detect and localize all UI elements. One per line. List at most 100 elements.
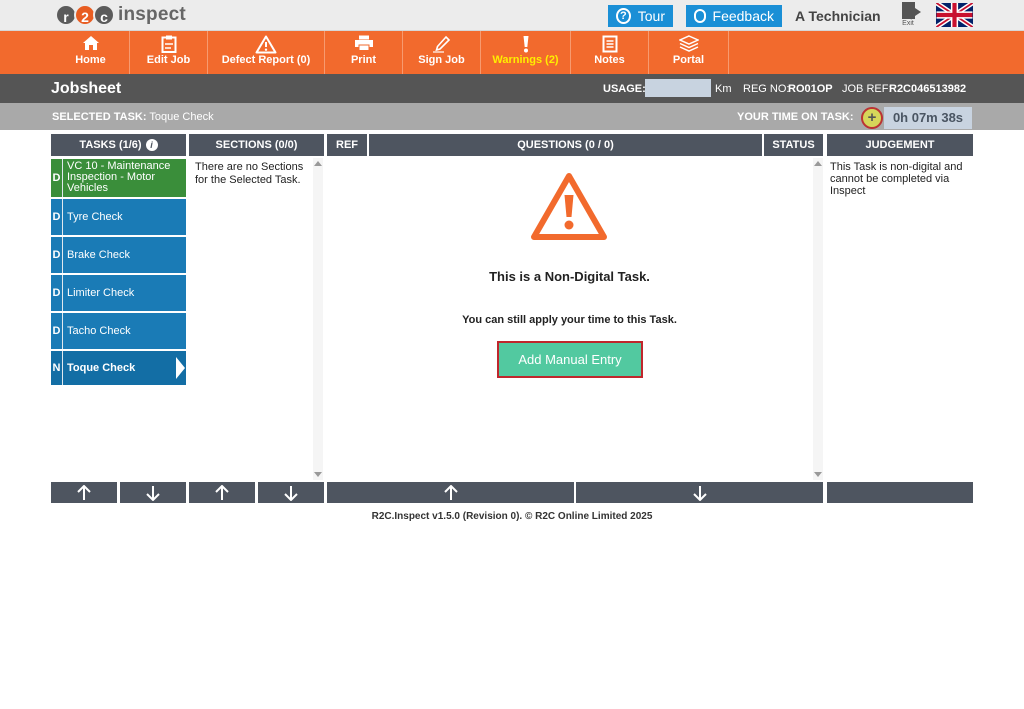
sections-empty-message: There are no Sections for the Selected T… [195,161,304,186]
selected-arrow-icon [176,357,185,379]
clipboard-icon [130,35,207,54]
nav-defect-report[interactable]: Defect Report (0) [208,31,325,74]
questions-scroll-up-button[interactable] [327,482,574,503]
home-icon [52,35,129,54]
task-name: Tyre Check [67,211,123,223]
page-title: Jobsheet [51,80,122,97]
task-name: Limiter Check [67,287,135,299]
exit-door-icon [901,2,921,19]
task-item-vc10[interactable]: D VC 10 - Maintenance Inspection - Motor… [51,159,186,197]
scroll-down-icon[interactable] [814,472,822,477]
pen-icon-graphic [432,35,450,53]
task-item-brake-check[interactable]: D Brake Check [51,237,186,273]
printer-icon [325,35,402,54]
sections-scrollbar[interactable] [313,158,323,480]
nav-home[interactable]: Home [52,31,130,74]
feedback-button[interactable]: Feedback [686,5,782,27]
add-manual-entry-button[interactable]: Add Manual Entry [497,341,643,378]
nav-portal[interactable]: Portal [649,31,729,74]
footer-copyright: R2C.Inspect v1.5.0 (Revision 0). © R2C O… [371,511,653,522]
scroll-up-icon[interactable] [314,161,322,166]
exit-button[interactable]: Exit [898,2,921,27]
uk-flag-icon[interactable] [936,3,973,27]
non-digital-subtitle: You can still apply your time to this Ta… [462,314,677,326]
logo-text: inspect [118,4,186,25]
task-item-tyre-check[interactable]: D Tyre Check [51,199,186,235]
r2c-logo: r 2 c inspect [55,3,186,27]
usage-input[interactable] [645,79,711,97]
task-name: Tacho Check [67,325,131,337]
nav-notes[interactable]: Notes [571,31,649,74]
time-on-task-label: YOUR TIME ON TASK: [737,111,854,123]
logo-letter: c [93,4,115,26]
task-item-tacho-check[interactable]: D Tacho Check [51,313,186,349]
layers-icon [649,35,728,54]
arrow-up-icon [77,485,91,500]
pen-icon [403,35,480,54]
nav-portal-label: Portal [672,54,705,66]
nav-warnings[interactable]: Warnings (2) [481,31,571,74]
non-digital-warning-icon [529,171,609,243]
main-nav: Home Edit Job Defect Report (0) Print Si… [0,31,1024,74]
arrow-down-icon [284,486,298,501]
questions-scrollbar[interactable] [813,158,823,480]
selected-task-bar: SELECTED TASK: Toque Check YOUR TIME ON … [0,103,1024,130]
exit-label: Exit [902,20,914,27]
nav-edit-job[interactable]: Edit Job [130,31,208,74]
nav-sign-job-label: Sign Job [418,54,465,66]
questions-header: QUESTIONS (0 / 0) [369,134,762,156]
judgement-text: This Task is non-digital and cannot be c… [830,161,963,197]
status-header: STATUS [764,134,823,156]
tasks-header-label: TASKS (1/6) [79,139,142,151]
questions-scroll-down-button[interactable] [576,482,823,503]
warning-triangle-icon-graphic [255,35,277,54]
judgement-footer-bar [827,482,973,503]
tour-button[interactable]: ? Tour [608,5,673,27]
jobref-label: JOB REF: [842,83,892,95]
nav-defect-report-label: Defect Report (0) [221,54,311,66]
judgement-header: JUDGEMENT [827,134,973,156]
arrow-down-icon [146,486,160,501]
warning-triangle-icon [208,35,324,54]
layers-icon-graphic [677,35,700,52]
feedback-label: Feedback [712,8,774,24]
task-code: D [51,237,63,273]
non-digital-title: This is a Non-Digital Task. [489,269,650,284]
usage-unit: Km [715,83,732,95]
usage-label: USAGE: [603,83,646,95]
user-name: A Technician [795,8,881,24]
home-icon-graphic [82,36,99,50]
scroll-down-icon[interactable] [314,472,322,477]
nav-warnings-label: Warnings (2) [492,54,559,66]
task-item-limiter-check[interactable]: D Limiter Check [51,275,186,311]
nav-print-label: Print [350,54,377,66]
tasks-scroll-down-button[interactable] [120,482,186,503]
task-name: Toque Check [67,362,136,374]
nav-sign-job[interactable]: Sign Job [403,31,481,74]
exclamation-icon-graphic [523,36,528,53]
sections-header: SECTIONS (0/0) [189,134,324,156]
info-icon[interactable]: i [145,139,158,151]
task-code: D [51,199,63,235]
nav-edit-job-label: Edit Job [146,54,191,66]
tasks-scroll-up-button[interactable] [51,482,117,503]
selected-task-label: SELECTED TASK: [52,111,147,123]
scroll-up-icon[interactable] [814,161,822,166]
add-time-icon[interactable]: + [861,107,883,129]
task-item-toque-check[interactable]: N Toque Check [51,351,186,385]
ref-header: REF [327,134,367,156]
warning-triangle-graphic [531,173,607,240]
task-code: D [51,159,63,197]
nav-print[interactable]: Print [325,31,403,74]
jobref-value: R2C046513982 [889,83,967,95]
tasks-header: TASKS (1/6) i [51,134,186,156]
sections-scroll-up-button[interactable] [189,482,255,503]
arrow-up-icon [215,485,229,500]
question-circle-icon: ? [616,8,631,24]
clipboard-icon-graphic [161,35,176,53]
reg-value: RO01OP [788,83,833,95]
task-code: N [51,351,63,385]
sections-scroll-down-button[interactable] [258,482,324,503]
top-bar: r 2 c inspect ? Tour Feedback A Technici… [0,0,1024,31]
task-name: VC 10 - Maintenance Inspection - Motor V… [67,160,171,194]
